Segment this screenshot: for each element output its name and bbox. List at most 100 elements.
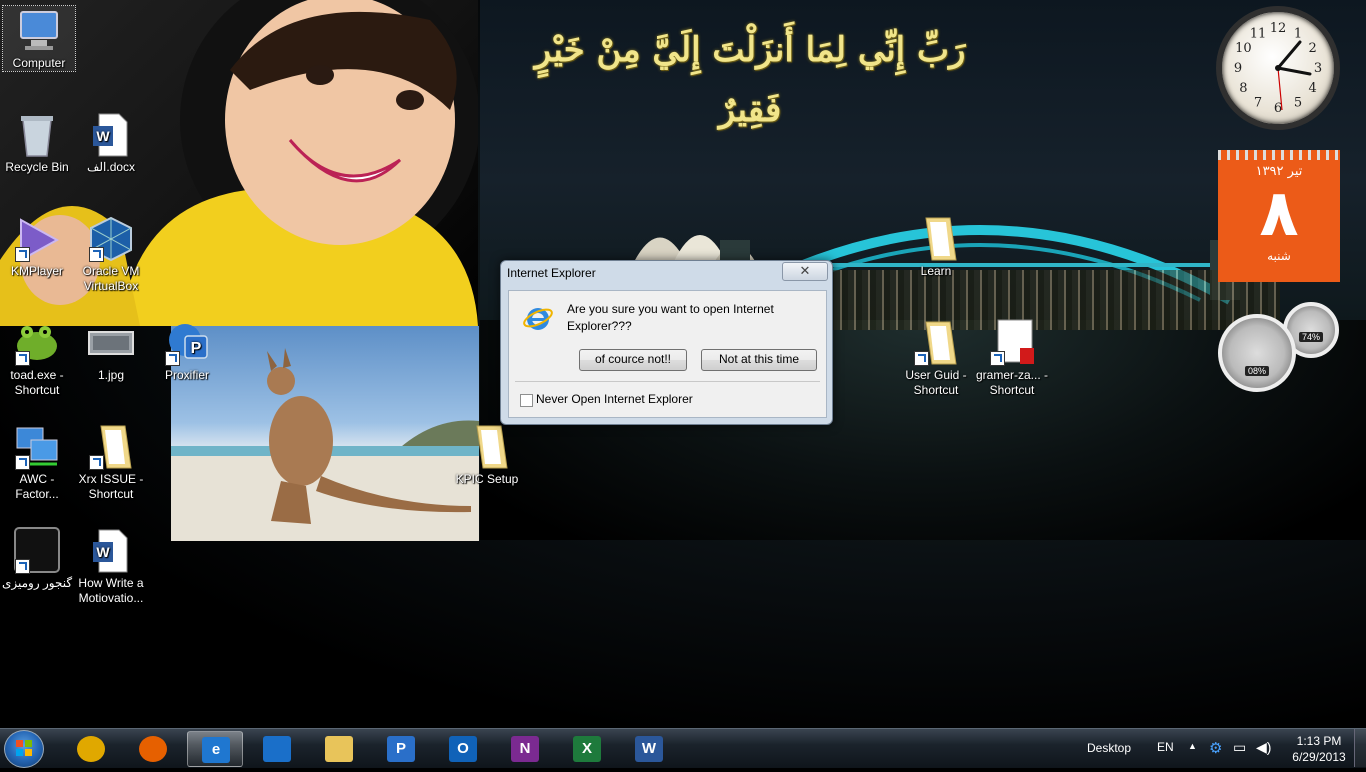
desktop-icon-gramer[interactable]: gramer-za... - Shortcut bbox=[976, 318, 1048, 398]
show-hidden-icons-icon[interactable]: ▲ bbox=[1188, 741, 1197, 751]
taskbar-button-onenote[interactable]: N bbox=[497, 731, 553, 767]
dialog-body: Are you sure you want to open Internet E… bbox=[508, 290, 827, 418]
desktop-toolbar-label[interactable]: Desktop bbox=[1087, 741, 1131, 755]
clock-hour-number: 12 bbox=[1270, 21, 1287, 36]
icon-label: Recycle Bin bbox=[5, 160, 69, 174]
desktop-icon-virtualbox[interactable]: Oracle VM VirtualBox bbox=[75, 214, 147, 294]
desktop-icon-kpic-setup[interactable]: KPIC Setup bbox=[451, 422, 523, 487]
taskbar-button-folder[interactable] bbox=[311, 731, 367, 767]
cpu-value: 08% bbox=[1244, 366, 1270, 376]
icon-label: 1.jpg bbox=[97, 368, 125, 382]
shortcut-arrow-icon bbox=[15, 351, 30, 366]
folder-icon bbox=[912, 318, 960, 366]
ie-icon: e bbox=[202, 737, 230, 763]
proxifier-icon: P bbox=[387, 736, 415, 762]
taskbar-button-ie[interactable]: e bbox=[187, 731, 243, 767]
clock-hour-number: 11 bbox=[1250, 26, 1267, 41]
desktop: رَبِّ إِنِّي لِمَا أَنزَلْتَ إِلَيَّ مِن… bbox=[0, 0, 1366, 728]
volume-icon[interactable]: ◀) bbox=[1256, 739, 1271, 756]
cpu-meter-gadget[interactable]: 08% bbox=[1218, 314, 1296, 392]
clock-gadget[interactable]: 12 1 2 3 4 5 6 7 8 9 10 11 bbox=[1216, 6, 1340, 130]
taskbar-button-firefox[interactable] bbox=[125, 731, 181, 767]
never-open-checkbox-label[interactable]: Never Open Internet Explorer bbox=[536, 392, 693, 406]
dialog-divider bbox=[515, 381, 820, 382]
desktop-icon-learn[interactable]: Learn bbox=[900, 214, 972, 279]
icon-label: Xrx ISSUE - Shortcut bbox=[78, 472, 144, 501]
desktop-icon-toad[interactable]: toad.exe - Shortcut bbox=[1, 318, 73, 398]
desktop-icon-1jpg[interactable]: 1.jpg bbox=[75, 318, 147, 383]
taskbar-button-navigator[interactable] bbox=[249, 731, 305, 767]
yes-button[interactable]: of cource not!! bbox=[579, 349, 687, 371]
language-indicator[interactable]: EN bbox=[1157, 740, 1174, 754]
shortcut-arrow-icon bbox=[15, 455, 30, 470]
word-document-icon: W bbox=[87, 110, 135, 158]
onenote-icon: N bbox=[511, 736, 539, 762]
folder-icon bbox=[87, 422, 135, 470]
shortcut-arrow-icon bbox=[165, 351, 180, 366]
proxifier-icon: P bbox=[163, 318, 211, 366]
taskbar-button-proxifier[interactable]: P bbox=[373, 731, 429, 767]
close-icon: ✕ bbox=[799, 263, 811, 278]
word-icon: W bbox=[635, 736, 663, 762]
clock-hour-number: 10 bbox=[1235, 41, 1252, 56]
settings-gear-icon[interactable]: ⚙ bbox=[1209, 739, 1222, 757]
icon-label: AWC - Factor... bbox=[15, 472, 59, 501]
internet-explorer-icon bbox=[523, 308, 553, 330]
taskbar-button-excel[interactable]: X bbox=[559, 731, 615, 767]
taskbar: e P O N X W Desktop EN ▲ ⚙ ▭ ◀) 1:13 PM 6/29/… bbox=[0, 728, 1366, 768]
pdf-document-icon bbox=[988, 318, 1036, 366]
clock-hour-number: 9 bbox=[1234, 61, 1242, 76]
taskbar-button-chrome[interactable] bbox=[63, 731, 119, 767]
never-open-checkbox[interactable] bbox=[520, 394, 533, 407]
taskbar-button-outlook[interactable]: O bbox=[435, 731, 491, 767]
start-button[interactable] bbox=[4, 730, 44, 768]
calendar-gadget[interactable]: تیر ۱۳۹۲ ۸ شنبه bbox=[1218, 150, 1340, 282]
svg-text:W: W bbox=[96, 544, 110, 560]
desktop-icon-awc-factor[interactable]: AWC - Factor... bbox=[1, 422, 73, 502]
desktop-icon-user-guid[interactable]: User Guid - Shortcut bbox=[900, 318, 972, 398]
desktop-icon-computer[interactable]: Computer bbox=[2, 5, 76, 72]
clock-time[interactable]: 1:13 PM bbox=[1293, 734, 1345, 748]
icon-label: گنجور رومیزی bbox=[1, 576, 73, 590]
clock-hour-number: 3 bbox=[1314, 61, 1322, 76]
shortcut-arrow-icon bbox=[990, 351, 1005, 366]
clock-date[interactable]: 6/29/2013 bbox=[1287, 750, 1351, 764]
svg-text:P: P bbox=[191, 340, 202, 357]
outlook-icon: O bbox=[449, 736, 477, 762]
icon-label: الف.docx bbox=[86, 160, 136, 174]
icon-label: User Guid - Shortcut bbox=[905, 368, 967, 397]
desktop-icon-recycle-bin[interactable]: Recycle Bin bbox=[1, 110, 73, 175]
kmplayer-icon bbox=[13, 214, 61, 262]
desktop-icon-xrx-issue[interactable]: Xrx ISSUE - Shortcut bbox=[75, 422, 147, 502]
shortcut-arrow-icon bbox=[15, 247, 30, 262]
shortcut-arrow-icon bbox=[914, 351, 929, 366]
desktop-icon-proxifier[interactable]: P Proxifier bbox=[151, 318, 223, 383]
excel-icon: X bbox=[573, 736, 601, 762]
icon-label: gramer-za... - Shortcut bbox=[976, 368, 1049, 397]
clock-face: 12 1234567891011 bbox=[1234, 21, 1322, 116]
virtualbox-icon bbox=[87, 214, 135, 262]
word-document-icon: W bbox=[87, 526, 135, 574]
icon-label: KPIC Setup bbox=[455, 472, 519, 486]
shortcut-arrow-icon bbox=[89, 247, 104, 262]
ie-confirm-dialog: Internet Explorer ✕ Are you sure you wan… bbox=[500, 260, 833, 425]
windows-logo-icon bbox=[16, 740, 32, 756]
close-button[interactable]: ✕ bbox=[782, 262, 828, 281]
desktop-icon-how-write[interactable]: W How Write a Motiovatio... bbox=[75, 526, 147, 606]
desktop-icon-alef-docx[interactable]: W الف.docx bbox=[75, 110, 147, 175]
network-icon[interactable]: ▭ bbox=[1233, 739, 1246, 756]
folder-icon bbox=[912, 214, 960, 262]
taskbar-button-word[interactable]: W bbox=[621, 731, 677, 767]
desktop-icon-kmplayer[interactable]: KMPlayer bbox=[1, 214, 73, 279]
calendar-weekday: شنبه bbox=[1267, 249, 1291, 263]
clock-hour-number: 7 bbox=[1254, 96, 1262, 111]
icon-label: Learn bbox=[920, 264, 952, 278]
no-button[interactable]: Not at this time bbox=[701, 349, 817, 371]
icon-label: How Write a Motiovatio... bbox=[78, 576, 144, 605]
show-desktop-button[interactable] bbox=[1354, 729, 1366, 767]
navigator-icon bbox=[263, 736, 291, 762]
desktop-icon-ganjoor[interactable]: گنجور رومیزی bbox=[1, 526, 73, 591]
calendar-day: ۸ bbox=[1259, 177, 1299, 251]
icon-label: Oracle VM VirtualBox bbox=[82, 264, 140, 293]
ganjoor-app-icon bbox=[13, 526, 61, 574]
